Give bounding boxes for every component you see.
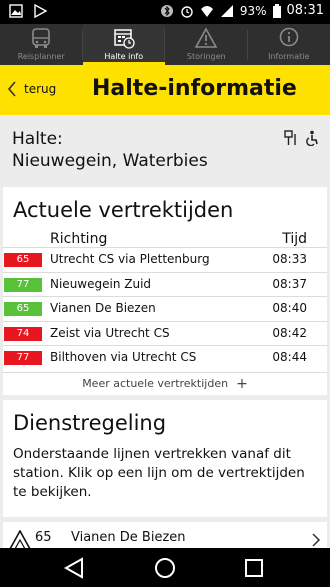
chevron-left-icon (7, 81, 16, 97)
departure-row[interactable]: 65 Utrecht CS via Plettenburg 08:33 (3, 247, 327, 272)
dienstregeling-title: Dienstregeling (13, 411, 167, 435)
tab-label: Storingen (186, 52, 226, 61)
back-button[interactable]: terug (6, 78, 56, 100)
wheelchair-icon (306, 130, 318, 146)
tab-label: Reisplanner (17, 52, 65, 61)
departure-row[interactable]: 77 Bilthoven via Utrecht CS 08:44 (3, 345, 327, 370)
column-header-tijd: Tijd (282, 231, 307, 247)
wifi-icon (200, 5, 213, 17)
tab-informatie[interactable]: Informatie (248, 24, 330, 65)
home-nav-icon[interactable] (153, 556, 177, 580)
departure-time: 08:44 (272, 350, 307, 364)
departure-row[interactable]: 74 Zeist via Utrecht CS 08:42 (3, 320, 327, 346)
line-badge: 77 (4, 277, 42, 292)
departures-title: Actuele vertrektijden (13, 198, 234, 222)
bus-icon (32, 28, 51, 48)
tab-halte-info[interactable]: Halte info (82, 24, 165, 65)
more-departures-label: Meer actuele vertrektijden (82, 377, 229, 390)
recents-nav-icon[interactable] (242, 556, 266, 580)
status-time: 08:31 (286, 3, 324, 18)
chevron-right-icon (312, 533, 321, 547)
warning-icon (195, 27, 218, 48)
departure-destination: Utrecht CS via Plettenburg (50, 252, 210, 266)
page-header: terug Halte-informatie (0, 65, 330, 115)
page-title: Halte-informatie (92, 76, 297, 101)
departure-destination: Zeist via Utrecht CS (50, 325, 170, 340)
departure-time: 08:37 (272, 276, 307, 291)
departure-destination: Vianen De Biezen (50, 301, 156, 315)
line-number: 65 (35, 530, 52, 545)
line-destination: Vianen De Biezen (71, 530, 186, 545)
halte-section: Halte: Nieuwegein, Waterbies (0, 120, 330, 182)
tab-label: Halte info (104, 52, 144, 61)
alarm-icon (181, 5, 193, 18)
departure-destination: Nieuwegein Zuid (50, 276, 152, 291)
departures-card: Actuele vertrektijden Richting Tijd 65 Ut… (3, 187, 327, 395)
departure-time: 08:40 (272, 301, 307, 315)
navigation-bar (0, 548, 330, 587)
more-departures-button[interactable]: Meer actuele vertrektijden + (3, 372, 327, 394)
back-nav-icon[interactable] (62, 556, 86, 580)
plus-icon: + (236, 376, 248, 392)
schedule-icon (114, 29, 135, 49)
line-list-item[interactable]: 65 Vianen De Biezen (3, 522, 327, 548)
back-label: terug (24, 82, 57, 96)
play-store-icon (34, 4, 47, 18)
tab-storingen[interactable]: Storingen (165, 24, 248, 65)
info-icon (279, 27, 299, 47)
halte-label: Halte: (12, 129, 63, 149)
tab-reisplanner[interactable]: Reisplanner (0, 24, 83, 65)
column-header-richting: Richting (50, 231, 108, 247)
stop-sign-icon (284, 130, 296, 145)
dienstregeling-card: Dienstregeling Onderstaande lijnen vertr… (3, 400, 327, 517)
departures-list: 65 Utrecht CS via Plettenburg 08:33 77 Nieuw… (3, 247, 327, 370)
departure-time: 08:33 (272, 252, 307, 266)
bluetooth-icon (160, 4, 173, 17)
departure-row[interactable]: 65 Vianen De Biezen 08:40 (3, 296, 327, 321)
departure-row[interactable]: 77 Nieuwegein Zuid 08:37 (3, 271, 327, 297)
departure-time: 08:42 (272, 325, 307, 340)
image-icon (9, 4, 23, 18)
signal-icon (220, 4, 233, 17)
departure-destination: Bilthoven via Utrecht CS (50, 350, 197, 364)
status-bar: 93% 08:31 (0, 0, 330, 24)
halte-name: Nieuwegein, Waterbies (12, 151, 208, 171)
tab-bar: Reisplanner Halte info Storingen Informa… (0, 24, 330, 65)
line-badge: 77 (4, 351, 42, 365)
line-badge: 65 (4, 302, 42, 316)
line-badge: 65 (4, 253, 42, 267)
line-badge: 74 (4, 326, 42, 341)
battery-icon (272, 3, 281, 18)
line-logo-icon (9, 530, 31, 548)
battery-level: 93% (239, 3, 267, 18)
dienstregeling-description: Onderstaande lijnen vertrekken vanaf dit… (13, 446, 305, 500)
tab-label: Informatie (268, 52, 310, 61)
